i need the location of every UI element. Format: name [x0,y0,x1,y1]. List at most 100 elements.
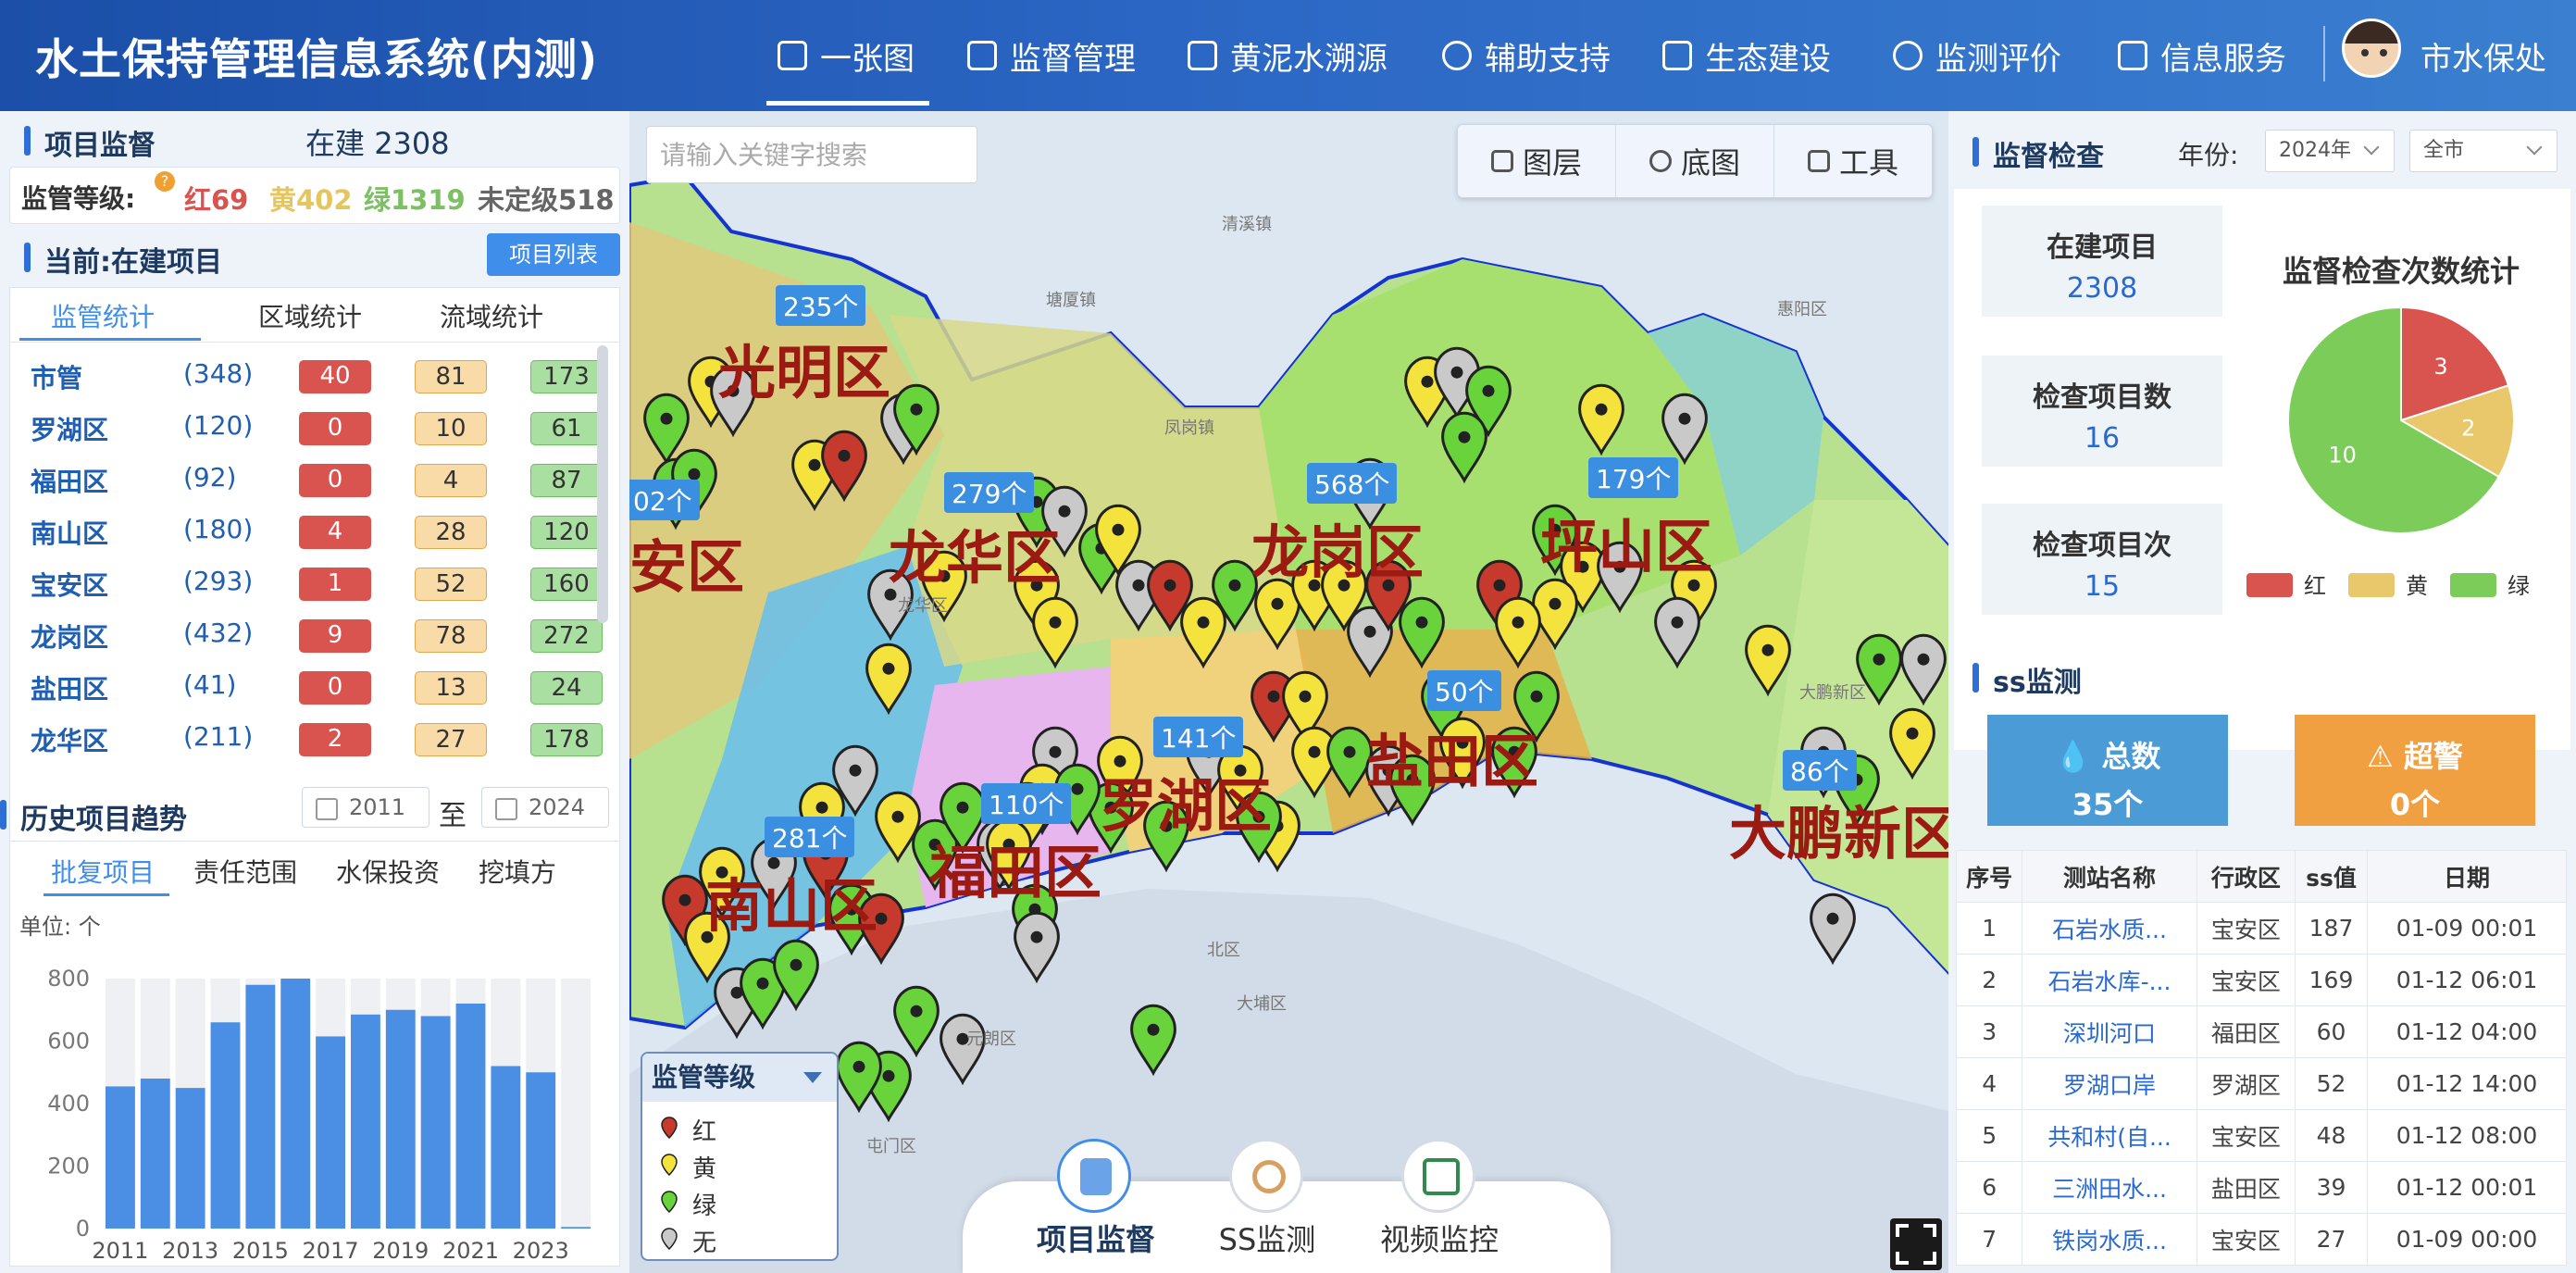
tab-approved[interactable]: 批复项目 [51,853,155,890]
start-year-input[interactable]: 2011 [302,787,429,828]
legend-title[interactable]: 监管等级 [642,1054,837,1102]
table-cell[interactable]: 石岩水库-... [2022,954,2197,1006]
nav-support[interactable]: 辅助支持 [1442,0,1611,111]
district-guangming[interactable]: 光明区 [718,326,890,409]
green-count[interactable]: 160 [530,568,603,601]
ss-alarm-box[interactable]: ⚠ 超警 0个 [2295,715,2535,826]
green-count[interactable]: 61 [530,412,603,445]
red-count[interactable]: 0 [299,671,371,705]
district-luohu[interactable]: 罗湖区 [1100,759,1272,842]
bar[interactable] [351,1014,380,1229]
table-row[interactable]: 南山区 (180) 4 28 120 [31,505,604,556]
tab-earthwork[interactable]: 挖填方 [479,853,556,890]
table-cell[interactable]: 铁岗水质... [2022,1213,2197,1266]
yellow-count[interactable]: 78 [415,619,487,653]
green-count[interactable]: 120 [530,516,603,549]
count-futian[interactable]: 110个 [981,783,1072,824]
bar[interactable] [385,1009,416,1229]
table-cell[interactable]: 共和村(自... [2022,1109,2197,1162]
nav-monitoring[interactable]: 监测评价 [1893,0,2061,111]
bar[interactable] [210,1022,241,1229]
user-name[interactable]: 市水保处 [2420,33,2546,79]
tab-investment[interactable]: 水保投资 [336,853,440,890]
table-cell[interactable]: 深圳河口 [2022,1005,2197,1058]
count-luohu[interactable]: 141个 [1153,717,1244,757]
green-count[interactable]: 173 [530,360,603,393]
nav-one-map[interactable]: 一张图 [766,0,929,111]
yellow-count[interactable]: 28 [415,516,487,549]
help-icon[interactable]: ? [155,171,175,192]
ss-total-box[interactable]: 💧 总数 35个 [1987,715,2228,826]
yellow-count[interactable]: 81 [415,360,487,393]
level-yellow[interactable]: 黄402 [269,179,353,218]
count-yantian[interactable]: 50个 [1427,670,1501,711]
nav-ecology[interactable]: 生态建设 [1662,0,1831,111]
bar[interactable] [455,1004,486,1229]
count-longhua[interactable]: 279个 [944,472,1035,513]
bar[interactable] [526,1072,556,1229]
table-cell[interactable]: 三洲田水... [2022,1161,2197,1214]
count-baoan[interactable]: 02个 [629,480,700,520]
district-baoan[interactable]: 宝安区 [629,520,744,604]
tab-scope[interactable]: 责任范围 [193,853,297,890]
year-select[interactable]: 2024年 [2265,130,2395,172]
table-row[interactable]: 6 三洲田水... 盐田区 39 01-12 00:01 [1955,1161,2567,1214]
bar[interactable] [140,1079,170,1229]
green-count[interactable]: 24 [530,671,603,705]
video-monitor-icon[interactable] [1401,1139,1475,1213]
table-row[interactable]: 4 罗湖口岸 罗湖区 52 01-12 14:00 [1955,1057,2567,1110]
city-select[interactable]: 全市 [2409,130,2557,172]
red-count[interactable]: 2 [299,723,371,756]
tab-basin-stats[interactable]: 流域统计 [440,297,543,334]
yellow-count[interactable]: 27 [415,723,487,756]
tab-ss-monitor[interactable]: SS监测 [1198,1217,1337,1259]
district-longhua[interactable]: 龙华区 [889,511,1061,594]
project-list-button[interactable]: 项目列表 [487,233,620,276]
yellow-count[interactable]: 13 [415,671,487,705]
table-cell[interactable]: 石岩水质... [2022,902,2197,955]
project-supervision-icon[interactable] [1057,1139,1131,1213]
table-row[interactable]: 福田区 (92) 0 4 87 [31,453,604,505]
chevron-down-icon[interactable] [803,1072,822,1083]
table-row[interactable]: 市管 (348) 40 81 173 [31,349,604,401]
tab-supervision-stats[interactable]: 监管统计 [51,297,258,334]
count-guangming[interactable]: 235个 [776,285,866,326]
bar[interactable] [280,979,311,1229]
green-count[interactable]: 87 [530,464,603,497]
tools-button[interactable]: 工具 [1774,125,1932,197]
end-year-input[interactable]: 2024 [481,787,609,828]
level-red[interactable]: 红69 [184,179,248,218]
red-count[interactable]: 0 [299,412,371,445]
district-pingshan[interactable]: 坪山区 [1540,500,1712,583]
tab-project-supervision[interactable]: 项目监督 [1029,1217,1163,1259]
count-pingshan[interactable]: 179个 [1588,457,1679,498]
level-green[interactable]: 绿1319 [364,179,466,218]
red-count[interactable]: 40 [299,360,371,393]
table-row[interactable]: 龙岗区 (432) 9 78 272 [31,608,604,660]
district-dapeng[interactable]: 大鹏新区 [1729,787,1948,870]
nav-mud-trace[interactable]: 黄泥水溯源 [1188,0,1388,111]
yellow-count[interactable]: 4 [415,464,487,497]
table-row[interactable]: 2 石岩水库-... 宝安区 169 01-12 06:01 [1955,954,2567,1006]
table-row[interactable]: 宝安区 (293) 1 52 160 [31,556,604,608]
yellow-count[interactable]: 52 [415,568,487,601]
bar[interactable] [106,1086,135,1229]
table-row[interactable]: 3 深圳河口 福田区 60 01-12 04:00 [1955,1005,2567,1058]
nav-info[interactable]: 信息服务 [2118,0,2286,111]
yellow-count[interactable]: 10 [415,412,487,445]
table-row[interactable]: 盐田区 (41) 0 13 24 [31,660,604,712]
table-row[interactable]: 1 石岩水质... 宝安区 187 01-09 00:01 [1955,902,2567,955]
red-count[interactable]: 1 [299,568,371,601]
tab-region-stats[interactable]: 区域统计 [258,297,440,334]
red-count[interactable]: 0 [299,464,371,497]
nav-supervision[interactable]: 监督管理 [967,0,1136,111]
table-row[interactable]: 5 共和村(自... 宝安区 48 01-12 08:00 [1955,1109,2567,1162]
fullscreen-icon[interactable] [1890,1218,1942,1270]
green-count[interactable]: 178 [530,723,603,756]
count-nanshan[interactable]: 281个 [765,817,855,857]
district-yantian[interactable]: 盐田区 [1366,715,1538,798]
tab-video-monitor[interactable]: 视频监控 [1370,1217,1509,1259]
count-longgang[interactable]: 568个 [1307,463,1398,504]
district-futian[interactable]: 福田区 [929,826,1101,909]
green-count[interactable]: 272 [530,619,603,653]
